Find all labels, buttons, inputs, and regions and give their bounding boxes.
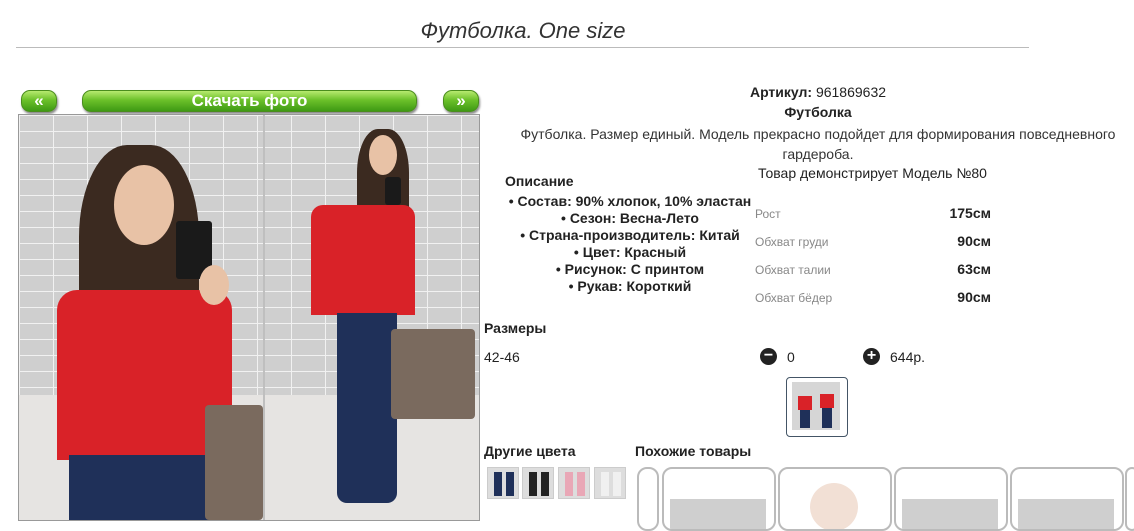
measurement-row: Обхват талии 63см	[755, 261, 991, 289]
similar-product-card[interactable]	[662, 467, 776, 531]
download-photo-button[interactable]: Скачать фото	[82, 90, 417, 112]
description-heading: Описание	[505, 173, 574, 189]
description-item: • Сезон: Весна-Лето	[561, 210, 699, 226]
similar-scroll-right[interactable]	[1125, 467, 1134, 531]
measurement-row: Обхват груди 90см	[755, 233, 991, 261]
other-colors-heading: Другие цвета	[484, 443, 576, 459]
pouf	[205, 405, 263, 520]
quantity-value: 0	[787, 349, 795, 365]
color-option-thumbnail[interactable]	[558, 467, 590, 499]
description-item: • Состав: 90% хлопок, 10% эластан	[508, 193, 752, 209]
color-option-thumbnail[interactable]	[594, 467, 626, 499]
description-list: • Состав: 90% хлопок, 10% эластан • Сезо…	[497, 193, 763, 295]
prev-photo-button[interactable]: «	[21, 90, 57, 112]
measurement-value: 63см	[957, 261, 991, 277]
measurement-label: Рост	[755, 207, 781, 221]
measurement-label: Обхват талии	[755, 263, 831, 277]
similar-product-card[interactable]	[1010, 467, 1124, 531]
sizes-heading: Размеры	[484, 320, 547, 336]
similar-product-card[interactable]	[778, 467, 892, 531]
measurement-value: 90см	[957, 289, 991, 305]
measurement-label: Обхват бёдер	[755, 291, 833, 305]
model2-shirt	[311, 205, 415, 315]
model-measurements: Рост 175см Обхват груди 90см Обхват тали…	[755, 205, 991, 317]
model2-jeans	[337, 313, 397, 503]
similar-scroll-left[interactable]	[637, 467, 659, 531]
measurement-value: 90см	[957, 233, 991, 249]
pouf2	[391, 329, 475, 419]
measurement-label: Обхват груди	[755, 235, 829, 249]
photo-divider	[263, 115, 265, 520]
increase-quantity-button[interactable]: +	[863, 348, 880, 365]
description-item: • Цвет: Красный	[573, 244, 687, 260]
similar-products-heading: Похожие товары	[635, 443, 752, 459]
description-item: • Рисунок: С принтом	[555, 261, 705, 277]
model-jeans	[69, 455, 219, 520]
article-label: Артикул:	[749, 84, 813, 100]
page-title: Футболка. One size	[420, 18, 626, 43]
similar-product-card[interactable]	[894, 467, 1008, 531]
decrease-quantity-button[interactable]: −	[760, 348, 777, 365]
model-note: Товар демонстрирует Модель №80	[758, 165, 987, 181]
article-line: Артикул: 961869632	[518, 84, 1118, 100]
model-face	[114, 165, 174, 245]
model-hand	[199, 265, 229, 305]
next-photo-button[interactable]: »	[443, 90, 479, 112]
thumbnail-image	[792, 382, 840, 430]
measurement-value: 175см	[949, 205, 991, 221]
color-option-thumbnail[interactable]	[487, 467, 519, 499]
measurement-row: Обхват бёдер 90см	[755, 289, 991, 317]
model2-face	[369, 135, 397, 175]
color-option-thumbnail[interactable]	[522, 467, 554, 499]
description-item: • Страна-производитель: Китай	[520, 227, 740, 243]
article-value: 961869632	[815, 84, 887, 100]
description-item: • Рукав: Короткий	[568, 278, 692, 294]
price: 644р.	[890, 349, 926, 365]
product-photo[interactable]	[18, 114, 480, 521]
size-thumbnail[interactable]	[786, 377, 848, 437]
title-divider	[16, 47, 1029, 48]
phone2	[385, 177, 401, 205]
product-name: Футболка	[784, 104, 852, 120]
product-description: Футболка. Размер единый. Модель прекрасн…	[520, 126, 1116, 162]
size-value: 42-46	[484, 349, 520, 365]
measurement-row: Рост 175см	[755, 205, 991, 233]
